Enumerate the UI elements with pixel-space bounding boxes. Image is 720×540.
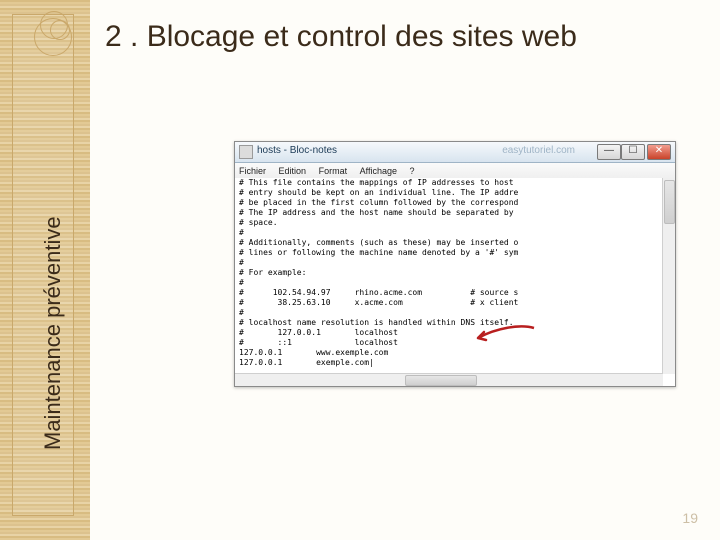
titlebar: hosts - Bloc-notes easytutoriel.com — ☐ … xyxy=(235,142,675,163)
slide: Maintenance préventive 2 . Blocage et co… xyxy=(0,0,720,540)
horizontal-scroll-thumb[interactable] xyxy=(405,375,477,386)
notepad-window: hosts - Bloc-notes easytutoriel.com — ☐ … xyxy=(234,141,676,387)
menu-file[interactable]: Fichier xyxy=(239,163,266,179)
decorative-circles xyxy=(30,8,80,58)
vertical-section-label: Maintenance préventive xyxy=(40,216,66,450)
vertical-scrollbar[interactable] xyxy=(662,178,675,374)
menu-view[interactable]: Affichage xyxy=(360,163,397,179)
menu-format[interactable]: Format xyxy=(319,163,348,179)
window-title: hosts - Bloc-notes xyxy=(257,145,337,156)
app-icon xyxy=(239,145,253,159)
file-content: # This file contains the mappings of IP … xyxy=(239,178,675,368)
horizontal-scrollbar[interactable] xyxy=(235,373,663,386)
slide-title: 2 . Blocage et control des sites web xyxy=(105,18,700,56)
page-number: 19 xyxy=(682,510,698,526)
text-editor[interactable]: # This file contains the mappings of IP … xyxy=(235,178,675,374)
close-button[interactable]: ✕ xyxy=(647,144,671,160)
watermark: easytutoriel.com xyxy=(502,145,575,156)
menu-help[interactable]: ? xyxy=(410,163,415,179)
maximize-button[interactable]: ☐ xyxy=(621,144,645,160)
menu-edit[interactable]: Edition xyxy=(279,163,307,179)
vertical-scroll-thumb[interactable] xyxy=(664,180,675,224)
minimize-button[interactable]: — xyxy=(597,144,621,160)
